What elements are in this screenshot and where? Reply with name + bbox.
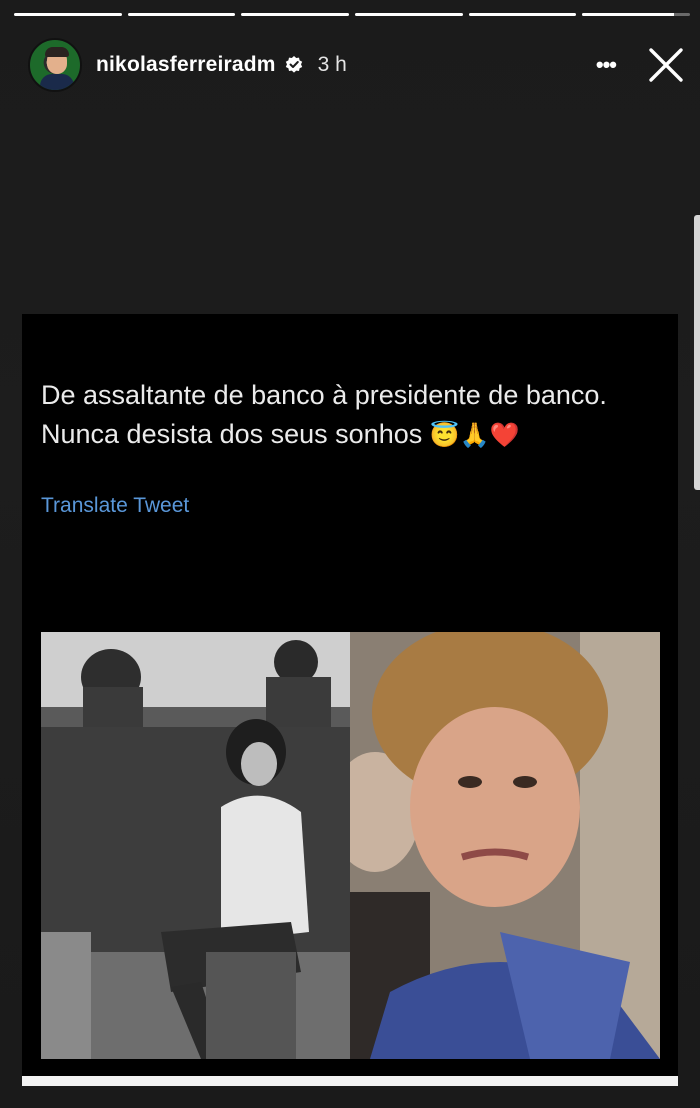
progress-segment [468, 13, 577, 16]
tweet-line-1: De assaltante de banco à presidente de b… [41, 380, 607, 410]
story-progress-bar [14, 13, 691, 17]
progress-segment-fill [241, 13, 350, 16]
progress-segment-fill [468, 13, 577, 16]
progress-segment-fill [355, 13, 463, 16]
avatar-shirt [40, 74, 74, 90]
more-options-button[interactable]: ••• [596, 52, 617, 78]
historical-bw-photo [41, 632, 350, 1059]
progress-segment [355, 13, 463, 16]
progress-segment [582, 13, 691, 16]
tweet-line-2: Nunca desista dos seus sonhos 😇🙏❤️ [41, 415, 661, 455]
bw-photo-illustration [41, 632, 350, 1059]
close-button[interactable] [646, 45, 686, 85]
post-time: 3 h [317, 53, 347, 76]
shared-post[interactable]: De assaltante de banco à presidente de b… [22, 314, 678, 1086]
progress-segment [14, 13, 122, 16]
scroll-indicator[interactable] [694, 215, 700, 490]
verified-badge-icon [284, 55, 304, 75]
avatar-hair [45, 47, 69, 57]
progress-segment [241, 13, 350, 16]
tweet-emojis: 😇🙏❤️ [429, 422, 520, 449]
close-icon [649, 48, 683, 82]
progress-segment-fill [14, 13, 122, 16]
progress-segment-fill [582, 13, 674, 16]
color-photo-illustration [350, 632, 660, 1059]
progress-segment [127, 13, 236, 16]
story-header: nikolasferreiradm 3 h ••• [28, 36, 686, 94]
username[interactable]: nikolasferreiradm [96, 53, 276, 77]
translate-tweet-link[interactable]: Translate Tweet [41, 494, 189, 518]
progress-segment-fill [127, 13, 236, 16]
post-bottom-border [22, 1076, 678, 1086]
recent-color-photo [350, 632, 660, 1059]
avatar[interactable] [28, 38, 82, 92]
tweet-text: De assaltante de banco à presidente de b… [41, 376, 661, 455]
tweet-line-2-text: Nunca desista dos seus sonhos [41, 419, 423, 449]
